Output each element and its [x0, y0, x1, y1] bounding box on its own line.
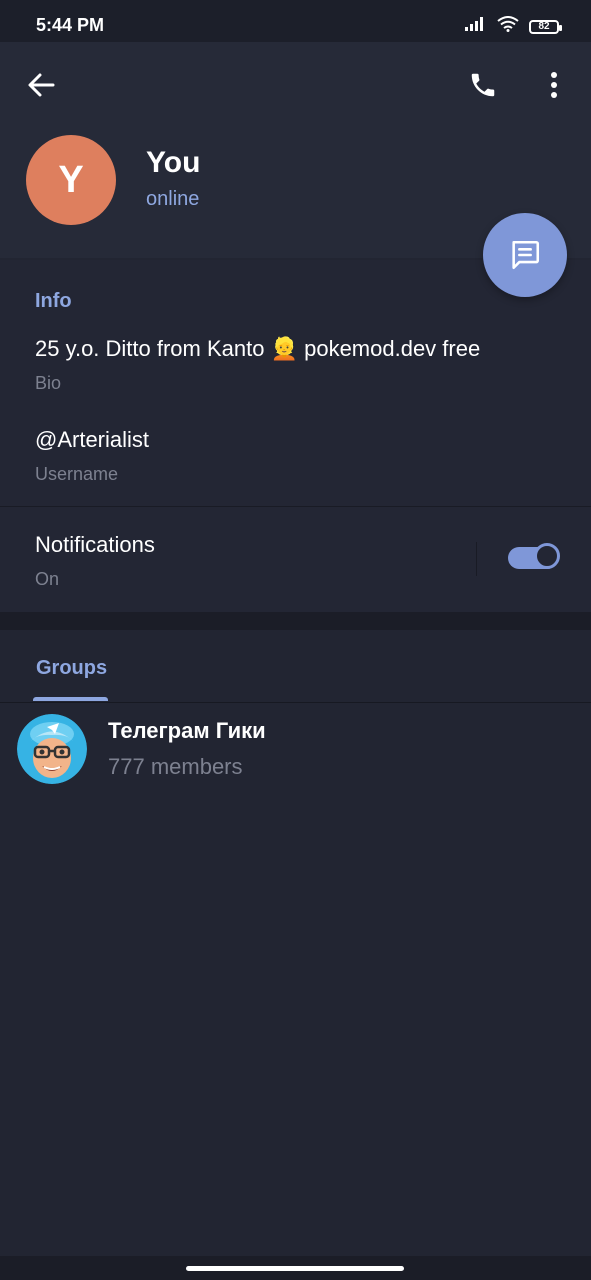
battery-icon: 82 — [529, 19, 562, 34]
info-section: Info 25 y.o. Ditto from Kanto 👱 pokemod.… — [0, 260, 591, 612]
message-button[interactable] — [483, 213, 567, 297]
notifications-toggle[interactable] — [508, 543, 560, 569]
tab-indicator — [33, 697, 108, 701]
navigation-bar — [0, 1256, 591, 1280]
notifications-state: On — [35, 569, 60, 589]
profile-status: online — [146, 188, 200, 210]
tab-divider — [0, 702, 591, 703]
divider — [0, 506, 591, 507]
signal-icon — [465, 17, 487, 36]
groups-section: Groups Телеграм Гики 777 members — [0, 630, 591, 1256]
section-gap — [0, 612, 591, 630]
list-item[interactable]: Телеграм Гики 777 members — [0, 706, 591, 786]
status-icons: 82 — [465, 16, 562, 37]
toggle-knob — [534, 543, 560, 569]
username-value[interactable]: @Arterialist — [35, 427, 149, 453]
more-vertical-icon — [551, 72, 557, 98]
message-icon — [512, 240, 540, 270]
bio-value[interactable]: 25 y.o. Ditto from Kanto 👱 pokemod.dev f… — [35, 336, 480, 362]
call-button[interactable] — [466, 68, 500, 102]
avatar[interactable]: Y — [26, 135, 116, 225]
group-name: Телеграм Гики — [108, 718, 266, 743]
username-label: Username — [35, 464, 119, 484]
home-gesture-handle[interactable] — [186, 1266, 404, 1271]
group-avatar — [17, 714, 87, 784]
profile-name: You — [146, 146, 201, 179]
notifications-label[interactable]: Notifications — [35, 532, 155, 558]
arrow-left-icon — [28, 73, 55, 97]
bio-label: Bio — [35, 373, 62, 393]
back-button[interactable] — [26, 70, 56, 100]
tab-groups[interactable]: Groups — [36, 657, 107, 680]
status-bar: 5:44 PM 82 — [0, 0, 591, 42]
wifi-icon — [497, 16, 519, 37]
info-section-title: Info — [35, 290, 72, 312]
status-time: 5:44 PM — [36, 15, 105, 35]
group-members-count: 777 members — [108, 754, 243, 779]
more-options-button[interactable] — [540, 68, 568, 102]
phone-icon — [471, 73, 495, 97]
toggle-separator — [476, 542, 477, 576]
